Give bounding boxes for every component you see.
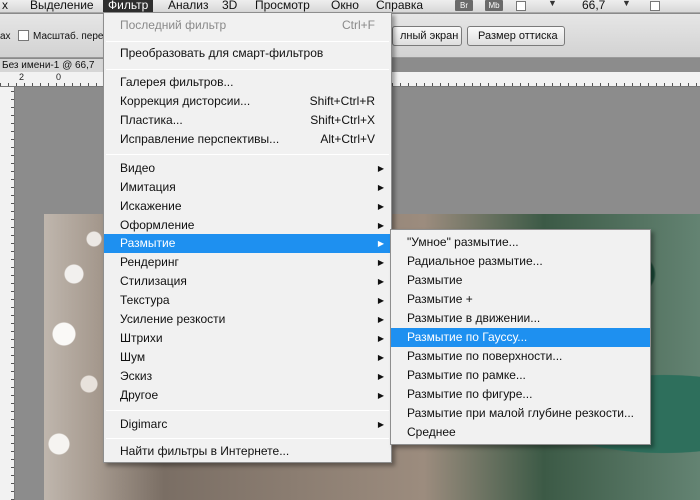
submenu-arrow-icon: ▶ bbox=[377, 277, 384, 286]
menu-item-blur[interactable]: Размытие ▶ bbox=[104, 234, 391, 253]
menu-separator bbox=[106, 410, 389, 411]
menu-item-sharpen[interactable]: Усиление резкости ▶ bbox=[104, 310, 391, 329]
extras-checkbox[interactable] bbox=[516, 1, 526, 11]
submenu-item-radial-blur[interactable]: Радиальное размытие... bbox=[391, 252, 650, 271]
vertical-ruler[interactable] bbox=[0, 87, 15, 500]
menu-item-smart-filters[interactable]: Преобразовать для смарт-фильтров bbox=[104, 44, 391, 63]
submenu-arrow-icon: ▶ bbox=[377, 239, 384, 248]
ruler-number: 0 bbox=[56, 72, 62, 82]
arrange-checkbox[interactable] bbox=[650, 1, 660, 11]
submenu-arrow-icon: ▶ bbox=[377, 258, 384, 267]
filter-menu: Последний фильтр Ctrl+F Преобразовать для… bbox=[103, 12, 392, 463]
submenu-item-smart-blur[interactable]: "Умное" размытие... bbox=[391, 233, 650, 252]
fullscreen-button[interactable]: лный экран bbox=[392, 26, 462, 46]
menu-item-sketch[interactable]: Эскиз ▶ bbox=[104, 367, 391, 386]
menu-item-other[interactable]: Другое ▶ bbox=[104, 386, 391, 405]
menu-item-video[interactable]: Видео ▶ bbox=[104, 159, 391, 178]
menu-item-pixelate[interactable]: Оформление ▶ bbox=[104, 216, 391, 235]
menu-item-texture[interactable]: Текстура ▶ bbox=[104, 291, 391, 310]
submenu-item-shape-blur[interactable]: Размытие по фигуре... bbox=[391, 385, 650, 404]
submenu-arrow-icon: ▶ bbox=[377, 202, 384, 211]
menu-item-brush-strokes[interactable]: Штрихи ▶ bbox=[104, 329, 391, 348]
submenu-item-motion-blur[interactable]: Размытие в движении... bbox=[391, 309, 650, 328]
ruler-number: 2 bbox=[19, 72, 25, 82]
submenu-item-blur[interactable]: Размытие bbox=[391, 271, 650, 290]
submenu-arrow-icon: ▶ bbox=[377, 315, 384, 324]
menu-item-distort[interactable]: Искажение ▶ bbox=[104, 197, 391, 216]
menu-item-render[interactable]: Рендеринг ▶ bbox=[104, 253, 391, 272]
menu-item-artistic[interactable]: Имитация ▶ bbox=[104, 178, 391, 197]
chevron-down-icon[interactable]: ▼ bbox=[548, 0, 557, 8]
submenu-arrow-icon: ▶ bbox=[377, 420, 384, 429]
submenu-item-box-blur[interactable]: Размытие по рамке... bbox=[391, 366, 650, 385]
menu-separator bbox=[106, 438, 389, 439]
menu-item-browse-filters-online[interactable]: Найти фильтры в Интернете... bbox=[104, 442, 391, 461]
menu-edit-fragment[interactable]: х bbox=[2, 0, 8, 12]
zoom-chevron-icon[interactable]: ▼ bbox=[622, 0, 631, 8]
mini-bridge-icon[interactable]: Mb bbox=[485, 0, 503, 11]
menu-item-stylize[interactable]: Стилизация ▶ bbox=[104, 272, 391, 291]
submenu-item-average[interactable]: Среднее bbox=[391, 423, 650, 442]
menu-item-lens-correction[interactable]: Коррекция дисторсии... Shift+Ctrl+R bbox=[104, 92, 391, 111]
menu-item-filter-gallery[interactable]: Галерея фильтров... bbox=[104, 73, 391, 92]
menu-item-last-filter: Последний фильтр Ctrl+F bbox=[120, 18, 375, 32]
submenu-item-blur-more[interactable]: Размытие + bbox=[391, 290, 650, 309]
submenu-arrow-icon: ▶ bbox=[377, 296, 384, 305]
submenu-item-gaussian-blur[interactable]: Размытие по Гауссу... bbox=[391, 328, 650, 347]
zoom-level[interactable]: 66,7 bbox=[582, 0, 605, 12]
submenu-item-lens-blur[interactable]: Размытие при малой глубине резкости... bbox=[391, 404, 650, 423]
submenu-arrow-icon: ▶ bbox=[377, 183, 384, 192]
print-size-button[interactable]: Размер оттиска bbox=[467, 26, 565, 46]
menu-separator bbox=[106, 41, 389, 42]
submenu-arrow-icon: ▶ bbox=[377, 334, 384, 343]
menu-item-digimarc[interactable]: Digimarc ▶ bbox=[104, 415, 391, 434]
menu-item-noise[interactable]: Шум ▶ bbox=[104, 348, 391, 367]
document-tab[interactable]: Без имени-1 @ 66,7 bbox=[0, 59, 110, 72]
submenu-item-surface-blur[interactable]: Размытие по поверхности... bbox=[391, 347, 650, 366]
menu-select[interactable]: Выделение bbox=[30, 0, 94, 12]
blur-submenu: "Умное" размытие... Радиальное размытие.… bbox=[390, 229, 651, 445]
menu-item-liquify[interactable]: Пластика... Shift+Ctrl+X bbox=[104, 111, 391, 130]
submenu-arrow-icon: ▶ bbox=[377, 372, 384, 381]
submenu-arrow-icon: ▶ bbox=[377, 164, 384, 173]
submenu-arrow-icon: ▶ bbox=[377, 391, 384, 400]
submenu-arrow-icon: ▶ bbox=[377, 353, 384, 362]
submenu-arrow-icon: ▶ bbox=[377, 221, 384, 230]
scale-label: Масштаб. пере bbox=[33, 31, 104, 42]
menu-separator bbox=[106, 69, 389, 70]
scale-checkbox[interactable] bbox=[18, 30, 29, 41]
options-fragment: ах bbox=[0, 31, 11, 42]
menu-item-vanishing-point[interactable]: Исправление перспективы... Alt+Ctrl+V bbox=[104, 130, 391, 149]
menu-separator bbox=[106, 154, 389, 155]
bridge-icon[interactable]: Br bbox=[455, 0, 473, 11]
